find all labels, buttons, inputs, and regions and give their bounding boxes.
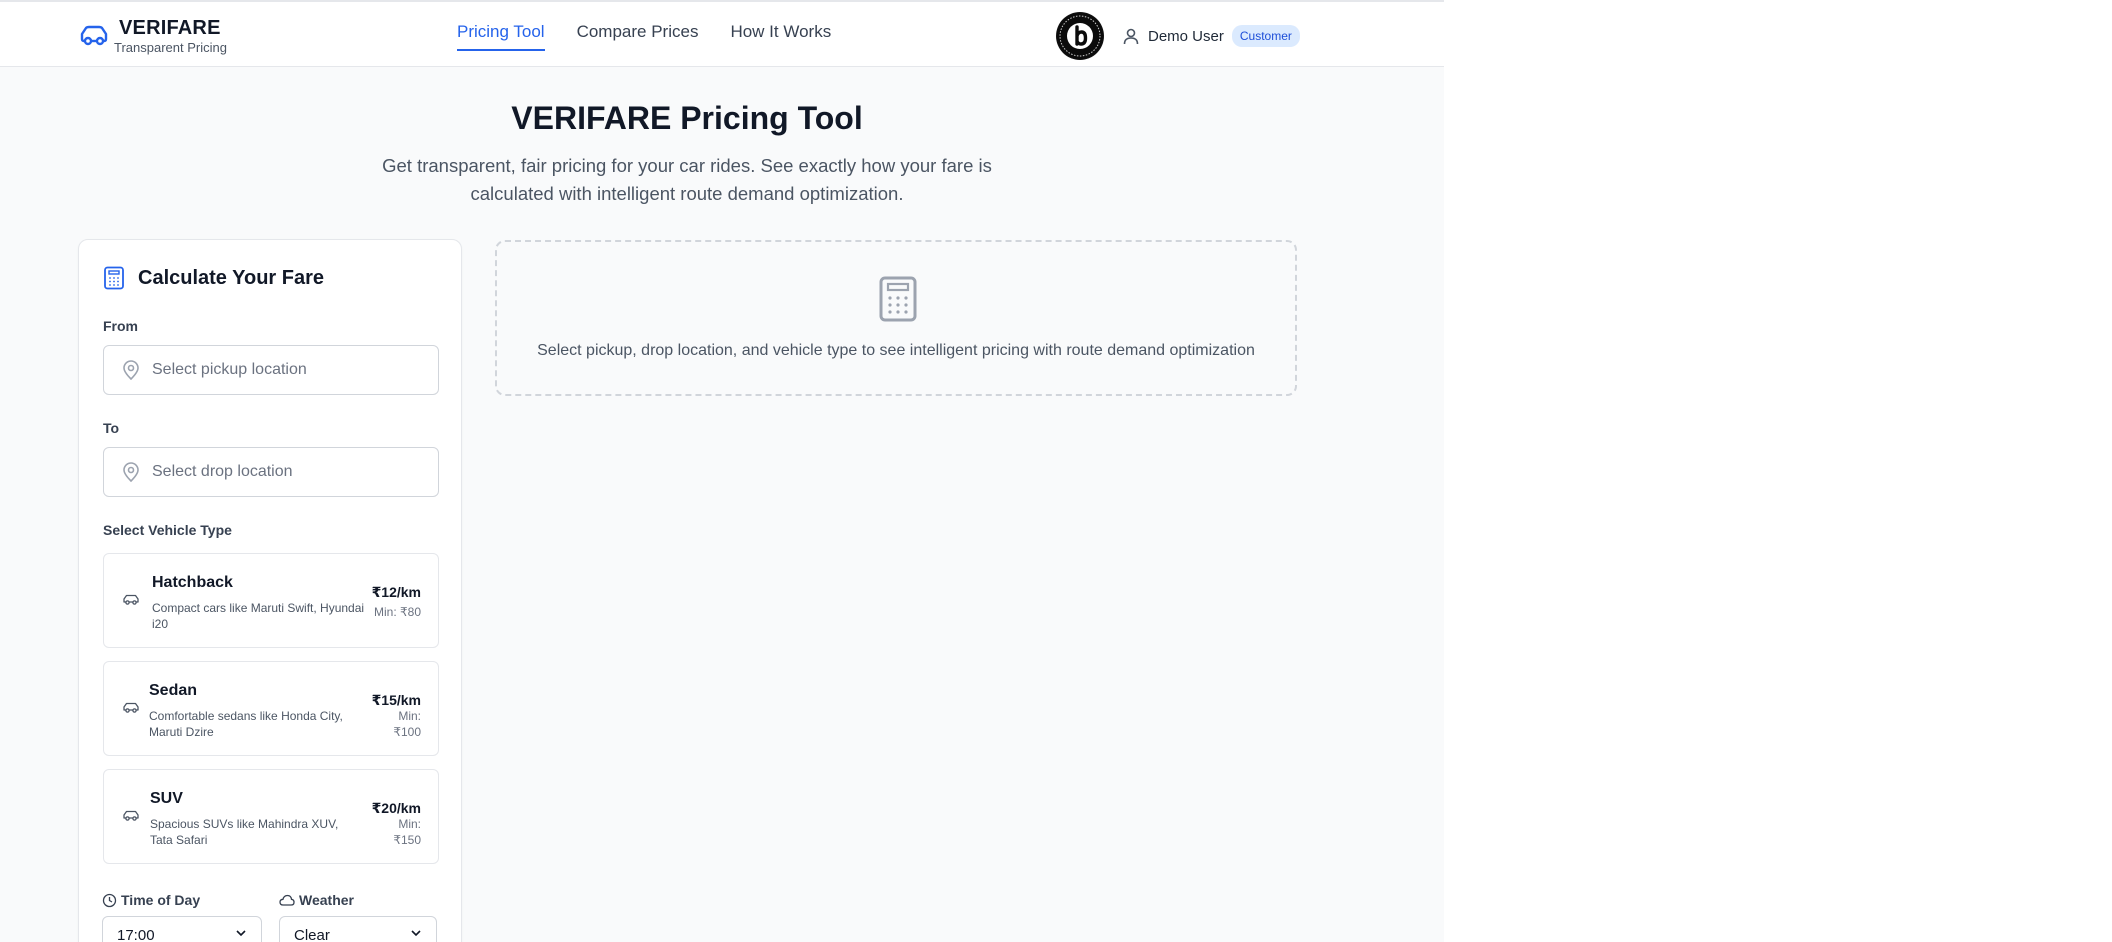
fare-calculator-panel: Calculate Your Fare From To Select Vehic…	[78, 239, 462, 942]
time-of-day-value: 17:00	[117, 927, 155, 942]
result-placeholder: Select pickup, drop location, and vehicl…	[495, 240, 1297, 396]
vehicle-rate: ₹12/km	[371, 584, 421, 600]
vehicle-name: SUV	[150, 790, 183, 807]
user-area: Demo User Customer	[1056, 12, 1300, 60]
panel-title: Calculate Your Fare	[138, 266, 324, 289]
calculator-icon	[104, 266, 124, 290]
clock-icon	[102, 893, 117, 907]
result-empty-message: Select pickup, drop location, and vehicl…	[537, 342, 1255, 359]
vehicle-description: Comfortable sedans like Honda City, Maru…	[149, 709, 343, 739]
weather-text: Weather	[299, 892, 354, 908]
vehicle-description: Compact cars like Maruti Swift, Hyundai …	[152, 601, 365, 631]
vehicle-type-label: Select Vehicle Type	[103, 522, 232, 538]
app-window: VERIFARE Transparent Pricing Pricing Too…	[0, 0, 1444, 942]
vehicle-min-fare: Min: ₹100	[393, 709, 421, 739]
car-icon	[123, 594, 139, 605]
page-title: VERIFARE Pricing Tool	[511, 100, 863, 136]
weather-select[interactable]: Clear	[279, 916, 437, 942]
cloud-icon	[279, 894, 295, 906]
vehicle-rate: ₹15/km	[371, 692, 421, 708]
brand-name: VERIFARE	[119, 17, 221, 39]
to-label: To	[103, 420, 120, 436]
vehicle-min-fare: Min: ₹150	[393, 817, 421, 847]
map-pin-icon	[123, 360, 139, 380]
map-pin-icon	[123, 462, 139, 482]
role-badge: Customer	[1231, 25, 1300, 47]
nav-pricing-tool[interactable]: Pricing Tool	[457, 21, 545, 51]
vehicle-option-hatchback[interactable]: Hatchback Compact cars like Maruti Swift…	[103, 553, 439, 648]
user-name: Demo User	[1148, 27, 1224, 45]
vehicle-min-fare: Min: ₹80	[374, 605, 421, 619]
main-nav: Pricing Tool Compare Prices How It Works	[457, 21, 863, 51]
brand-tagline: Transparent Pricing	[114, 40, 227, 55]
car-icon	[123, 810, 139, 821]
vehicle-name: Hatchback	[152, 574, 233, 591]
brand-logo[interactable]: VERIFARE Transparent Pricing	[78, 16, 227, 56]
time-of-day-select[interactable]: 17:00	[102, 916, 262, 942]
to-field[interactable]	[103, 447, 439, 497]
drop-input[interactable]	[152, 463, 432, 481]
calculator-icon	[879, 276, 917, 322]
top-header: VERIFARE Transparent Pricing Pricing Too…	[0, 0, 1444, 67]
vehicle-option-suv[interactable]: SUV Spacious SUVs like Mahindra XUV, Tat…	[103, 769, 439, 864]
pickup-input[interactable]	[152, 361, 432, 379]
vehicle-name: Sedan	[149, 682, 198, 699]
car-icon	[80, 25, 108, 46]
chevron-down-icon	[236, 930, 246, 937]
weather-label: Weather	[279, 892, 354, 908]
chevron-down-icon	[411, 930, 421, 937]
time-of-day-text: Time of Day	[121, 892, 201, 908]
vehicle-description: Spacious SUVs like Mahindra XUV, Tata Sa…	[150, 817, 339, 847]
from-label: From	[103, 318, 138, 334]
vehicle-option-sedan[interactable]: Sedan Comfortable sedans like Honda City…	[103, 661, 439, 756]
page-subtitle: Get transparent, fair pricing for your c…	[382, 155, 992, 204]
weather-value: Clear	[294, 927, 330, 942]
from-field[interactable]	[103, 345, 439, 395]
car-icon	[123, 702, 139, 713]
nav-compare-prices[interactable]: Compare Prices	[577, 21, 699, 51]
time-of-day-label: Time of Day	[102, 892, 200, 908]
user-icon	[1123, 28, 1139, 45]
vehicle-rate: ₹20/km	[371, 800, 421, 816]
nav-how-it-works[interactable]: How It Works	[730, 21, 831, 51]
avatar[interactable]	[1056, 12, 1104, 60]
